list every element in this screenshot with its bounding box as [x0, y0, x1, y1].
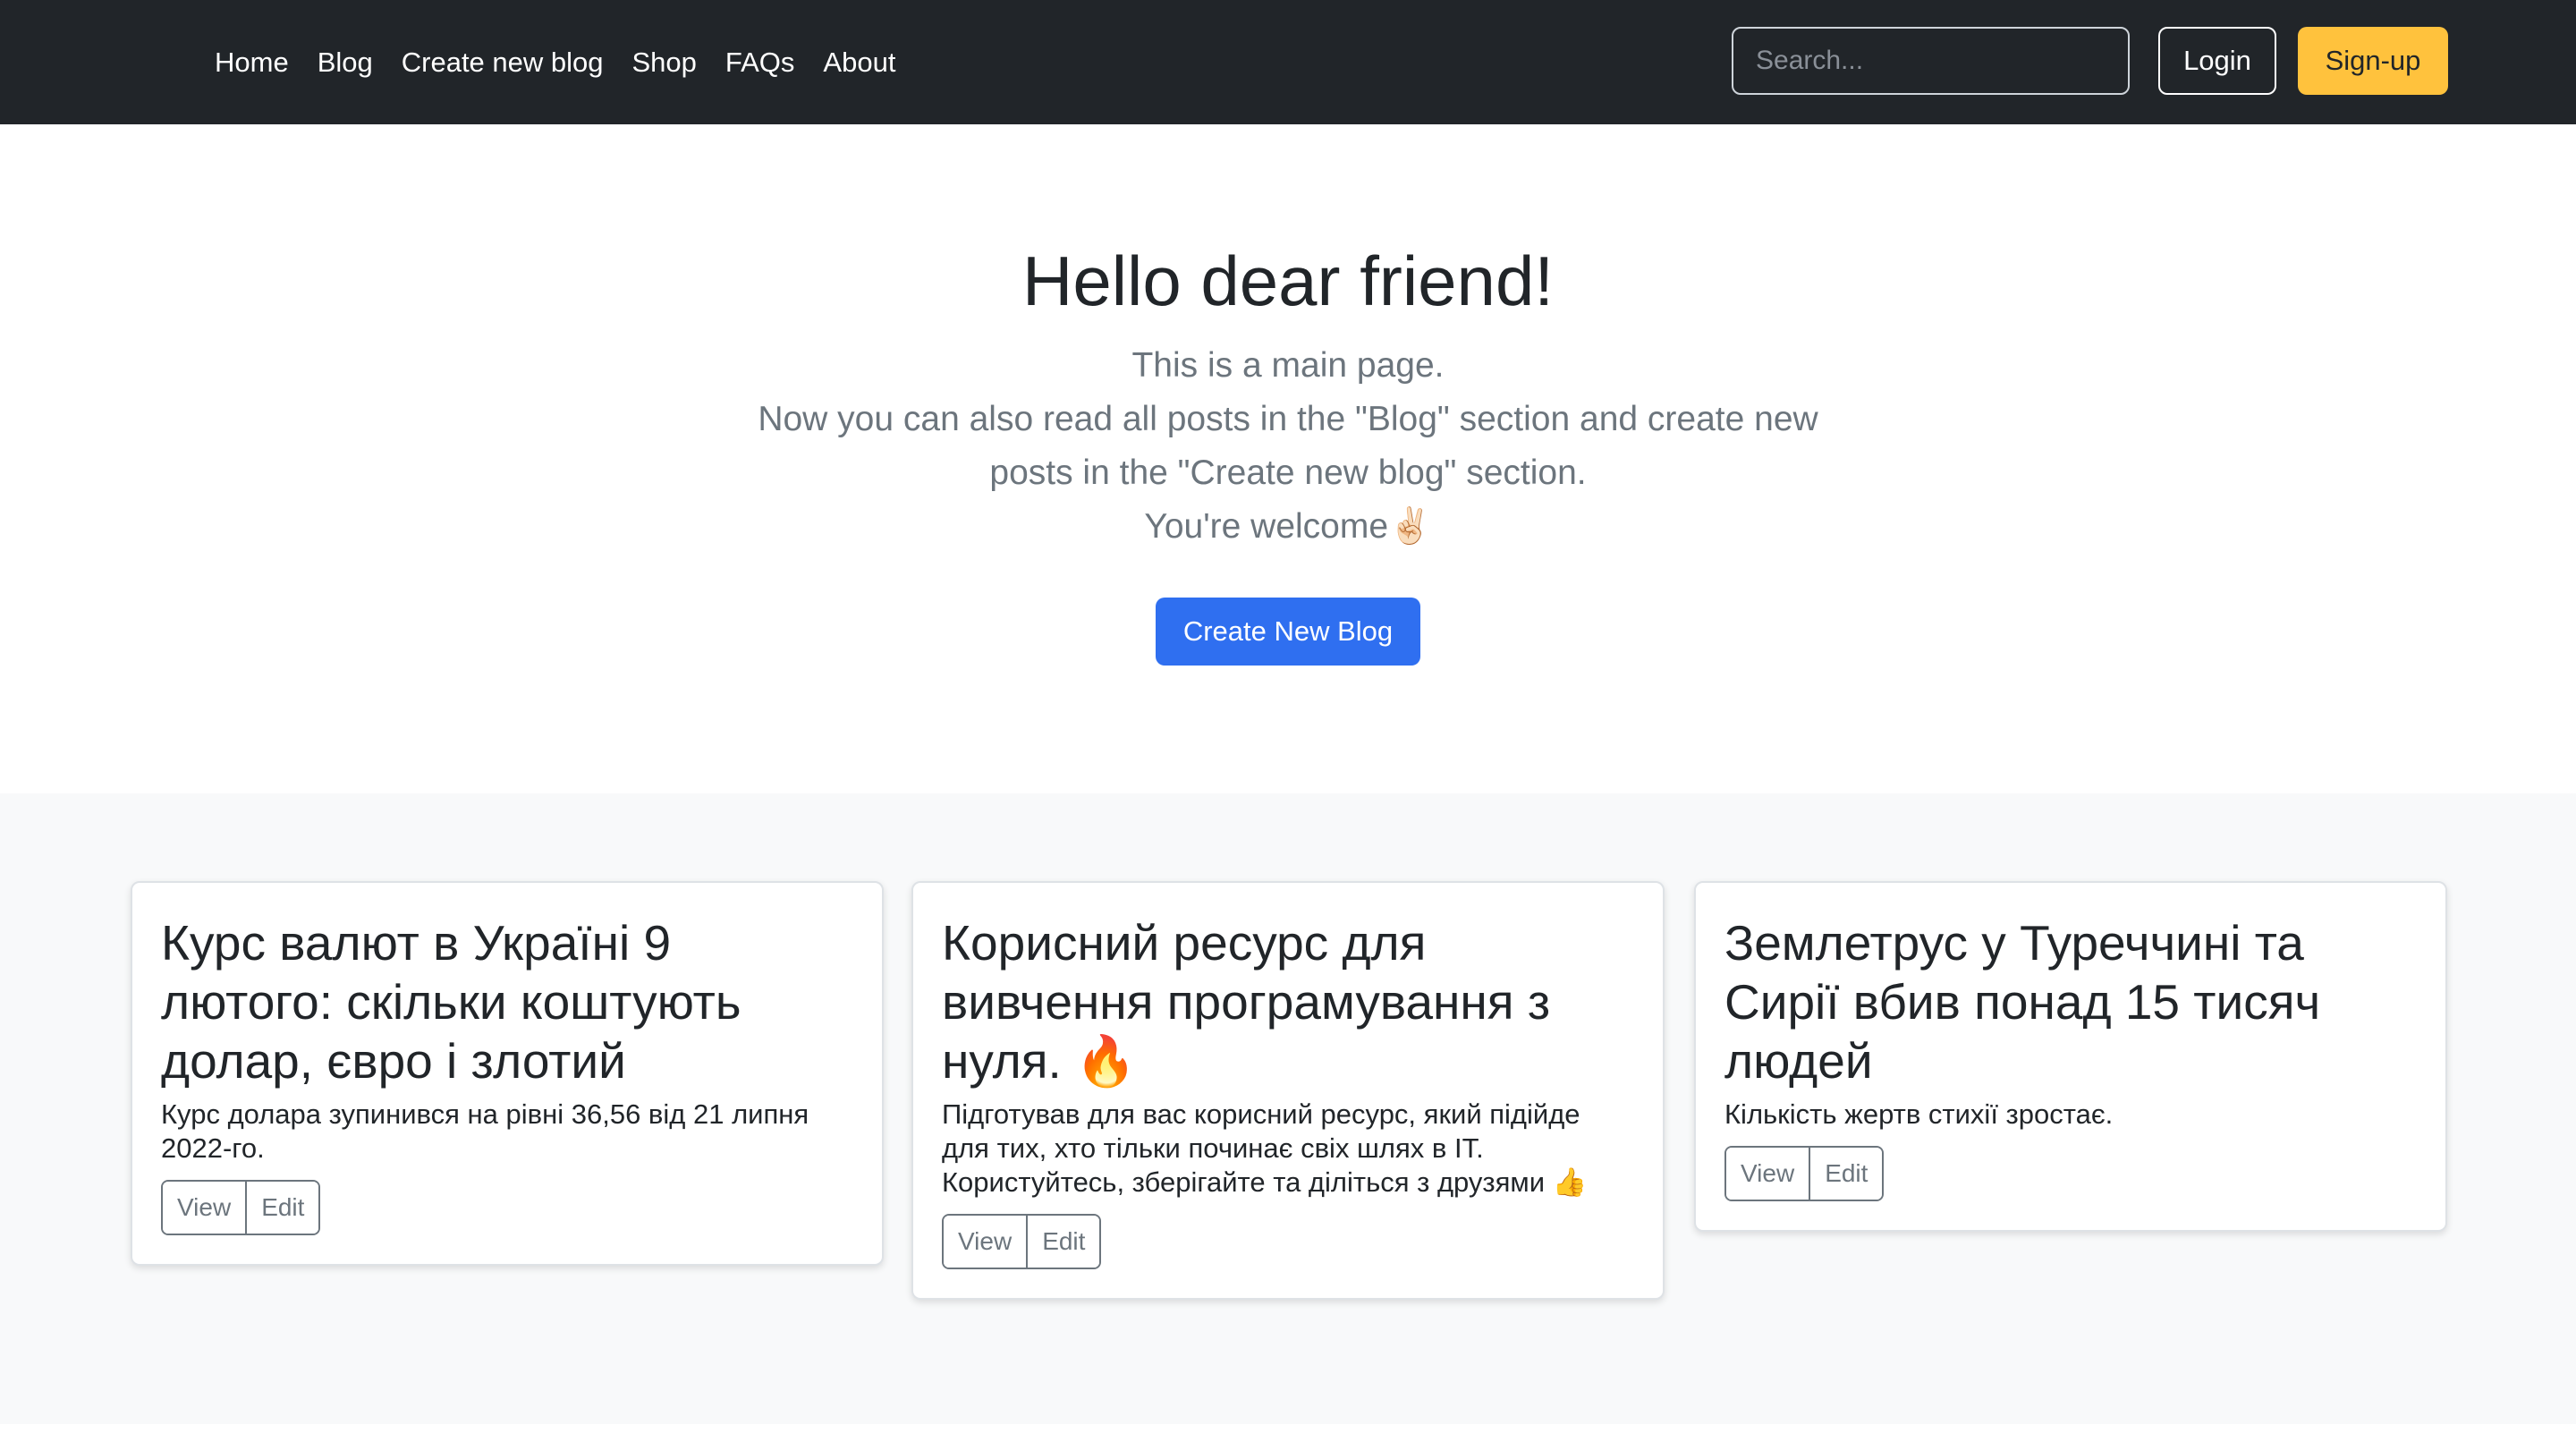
hero-lead-line: Now you can also read all posts in the "… — [758, 400, 1818, 492]
hero-section: Hello dear friend! This is a main page. … — [0, 124, 2576, 793]
search-input[interactable] — [1732, 27, 2130, 95]
edit-button[interactable]: Edit — [1809, 1148, 1883, 1200]
edit-button[interactable]: Edit — [1026, 1216, 1100, 1268]
edit-button[interactable]: Edit — [245, 1182, 319, 1234]
nav-link-about[interactable]: About — [823, 47, 895, 79]
card-text: Курс долара зупинився на рівні 36,56 від… — [161, 1098, 809, 1164]
blog-card: Землетрус у Туреччині та Сирії вбив пона… — [1694, 881, 2447, 1232]
card-title: Корисний ресурс для вивчення програмуван… — [942, 915, 1551, 1089]
nav-link-faqs[interactable]: FAQs — [725, 47, 795, 79]
top-navbar: Home Blog Create new blog Shop FAQs Abou… — [0, 0, 2576, 124]
card-actions: View Edit — [942, 1214, 1102, 1269]
blog-card: Курс валют в Україні 9 лютого: скільки к… — [131, 881, 884, 1266]
view-button[interactable]: View — [944, 1216, 1027, 1268]
view-button[interactable]: View — [1726, 1148, 1809, 1200]
blog-card: Корисний ресурс для вивчення програмуван… — [911, 881, 1665, 1300]
nav-links: Home Blog Create new blog Shop FAQs Abou… — [215, 0, 924, 124]
card-title: Курс валют в Україні 9 лютого: скільки к… — [161, 915, 741, 1089]
card-actions: View Edit — [1724, 1146, 1885, 1201]
nav-link-blog[interactable]: Blog — [318, 47, 373, 79]
card-title: Землетрус у Туреччині та Сирії вбив пона… — [1724, 915, 2321, 1089]
blog-cards-section: Курс валют в Україні 9 лютого: скільки к… — [0, 793, 2576, 1424]
card-text: Кількість жертв стихії зростає. — [1724, 1098, 2114, 1130]
nav-link-create-new-blog[interactable]: Create new blog — [402, 47, 604, 79]
signup-button[interactable]: Sign-up — [2298, 27, 2448, 95]
card-text: Підготував для вас корисний ресурс, який… — [942, 1098, 1588, 1198]
login-button[interactable]: Login — [2158, 27, 2276, 95]
nav-link-shop[interactable]: Shop — [632, 47, 697, 79]
hero-lead-line: This is a main page. — [1131, 346, 1445, 385]
hero-lead: This is a main page. Now you can also re… — [751, 339, 1825, 554]
hero-lead-line: You're welcome✌🏻 — [1144, 507, 1432, 546]
nav-link-home[interactable]: Home — [215, 47, 289, 79]
view-button[interactable]: View — [163, 1182, 246, 1234]
card-actions: View Edit — [161, 1180, 321, 1235]
page-title: Hello dear friend! — [1022, 242, 1554, 320]
create-new-blog-button[interactable]: Create New Blog — [1156, 598, 1420, 666]
